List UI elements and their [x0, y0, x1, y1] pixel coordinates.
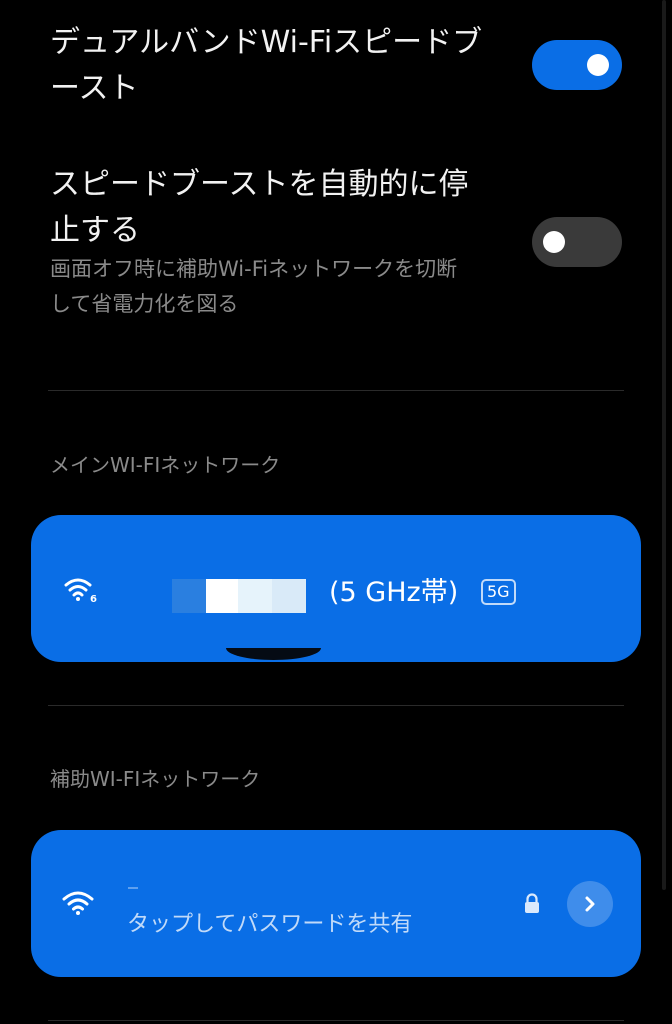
divider [48, 705, 624, 706]
auto-stop-boost-description: 画面オフ時に補助Wi-Fiネットワークを切断 して省電力化を図る [50, 252, 457, 322]
dual-band-boost-title-line2: ースト [50, 71, 139, 106]
auto-stop-boost-desc-line1: 画面オフ時に補助Wi-Fiネットワークを切断 [50, 257, 458, 281]
aux-network-header: 補助WI-FIネットワーク [50, 767, 261, 791]
auto-stop-boost-toggle[interactable] [532, 217, 622, 267]
main-network-card[interactable]: 6 (5 GHz帯) 5G [31, 515, 641, 662]
main-network-band-label: (5 GHz帯) [329, 577, 459, 608]
chevron-right-button[interactable] [567, 881, 613, 927]
dual-band-boost-title: デュアルバンドWi-Fiスピードブ ースト [50, 20, 482, 112]
main-network-header: メインWI-FIネットワーク [50, 453, 281, 477]
auto-stop-boost-desc-line2: して省電力化を図る [50, 292, 239, 316]
divider [48, 1020, 624, 1021]
auto-stop-boost-title: スピードブーストを自動的に停 止する [50, 162, 469, 254]
lock-icon [523, 893, 541, 919]
wifi-generation-label: 6 [90, 594, 97, 605]
wifi-6-icon: 6 [63, 575, 99, 609]
dual-band-boost-title-line1: デュアルバンドWi-Fiスピードブ [50, 25, 483, 60]
auto-stop-boost-title-line1: スピードブーストを自動的に停 [50, 167, 469, 202]
toggle-knob [543, 231, 565, 253]
aux-network-subtitle: タップしてパスワードを共有 [127, 912, 413, 937]
dual-band-boost-toggle[interactable] [532, 40, 622, 90]
redacted-ssid-block [272, 579, 306, 613]
redacted-artifact [226, 648, 321, 660]
aux-network-card[interactable]: タップしてパスワードを共有 [31, 830, 641, 977]
redacted-ssid-block [238, 579, 272, 613]
redacted-ssid-block [172, 579, 206, 613]
scrollbar[interactable] [662, 0, 666, 890]
chevron-right-icon [585, 896, 595, 912]
redacted-ssid-trace [128, 887, 138, 889]
band-5g-badge: 5G [481, 579, 516, 605]
auto-stop-boost-title-line2: 止する [50, 213, 140, 248]
wifi-icon [61, 888, 95, 922]
divider [48, 390, 624, 391]
redacted-ssid-block [206, 579, 238, 613]
toggle-knob [587, 54, 609, 76]
